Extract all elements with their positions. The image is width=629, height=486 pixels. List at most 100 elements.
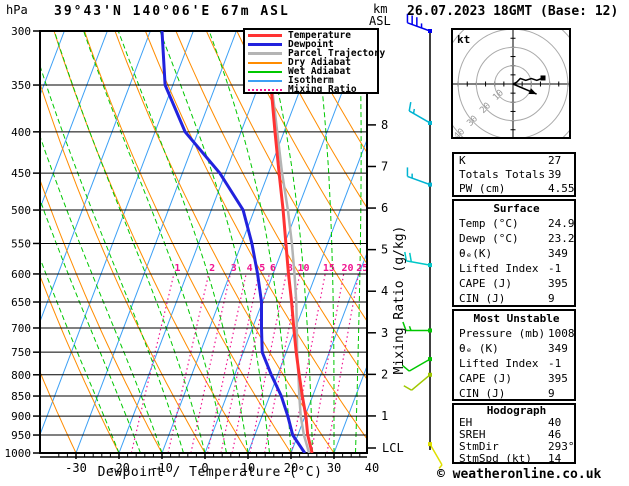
km-tick-label: 5	[381, 243, 388, 257]
pressure-tick-label: 600	[11, 268, 31, 281]
lcl-label: LCL	[382, 441, 404, 455]
stat-row: Lifted Index -1	[454, 356, 574, 371]
altitude-axis-asl-label: ASL	[369, 14, 391, 28]
mixing-ratio-value-label: 4	[247, 263, 253, 274]
stats-panel-surface: Surface Temp (°C) 24.9 Dewp (°C) 23.2 θₑ(K) 34…	[452, 199, 576, 307]
legend-sample-thin	[248, 79, 282, 82]
stat-label: Pressure (mb)	[459, 327, 546, 340]
mixing-ratio-value-label: 1	[174, 263, 180, 274]
mixing-ratio-value-label: 6	[270, 263, 276, 274]
pressure-tick-label: 800	[11, 369, 31, 382]
wind-barb	[403, 372, 432, 391]
legend-box: Temperature Dewpoint Parcel Trajectory Dry …	[243, 28, 385, 95]
wind-barb-station-dot	[428, 29, 432, 33]
mixing-ratio-value-label: 15	[323, 263, 335, 274]
wind-barb-staff	[407, 175, 431, 186]
pressure-tick-label: 700	[11, 322, 31, 335]
legend-item-label: Mixing Ratio	[288, 84, 357, 95]
stats-panel-most-unstable: Most Unstable Pressure (mb) 1008 θₑ (K) 349 L…	[452, 309, 576, 401]
wind-barb	[402, 321, 432, 333]
km-tick-label: 3	[381, 326, 388, 340]
run-datetime: 26.07.2023 18GMT (Base: 12)	[407, 4, 619, 19]
stat-row: Lifted Index -1	[454, 261, 574, 276]
stat-value: 349	[548, 247, 568, 260]
stat-label: Temp (°C)	[459, 217, 519, 230]
wind-barb	[408, 101, 432, 125]
wind-barb-station-dot	[428, 442, 432, 447]
isotherm-line	[118, 31, 280, 453]
legend-sample-thin	[248, 70, 282, 73]
hodograph-unit-label: kt	[457, 33, 470, 46]
wind-barb	[406, 167, 432, 187]
stat-label: CAPE (J)	[459, 277, 512, 290]
stat-label: PW (cm)	[459, 182, 506, 195]
stat-value: 23.2	[548, 232, 575, 245]
wet-adiabat-line	[159, 31, 270, 453]
wind-barb-staff	[411, 374, 431, 391]
stat-value: 9	[548, 292, 555, 305]
wind-barb-staff	[406, 260, 431, 266]
stat-row: Pressure (mb) 1008	[454, 326, 575, 341]
stat-value: 39	[548, 168, 562, 181]
pressure-tick-label: 550	[11, 237, 31, 250]
legend-sample-thick	[248, 34, 282, 37]
stat-row: θₑ(K) 349	[454, 246, 574, 261]
stat-row: CIN (J) 9	[454, 291, 574, 306]
stat-label: Totals Totals	[459, 168, 546, 181]
stat-value: -1	[548, 262, 562, 275]
km-tick-label: 8	[381, 118, 388, 132]
mixing-ratio-value-label: 20	[341, 263, 353, 274]
stat-label: CIN (J)	[459, 292, 506, 305]
stat-value: 4.55	[548, 182, 575, 195]
wind-barb-tick	[403, 385, 412, 391]
pressure-tick-label: 750	[11, 346, 31, 359]
mixing-ratio-value-label: 2	[209, 263, 215, 274]
stat-value: 395	[548, 372, 568, 385]
pressure-tick-label: 950	[11, 429, 31, 442]
mixing-ratio-value-label: 5	[259, 263, 265, 274]
copyright-watermark: © weatheronline.co.uk	[437, 467, 602, 482]
temp-tick-label: -30	[65, 461, 87, 475]
temperature-axis-label: Dewpoint / Temperature (°C)	[97, 465, 323, 480]
legend-sample-dotted	[248, 88, 282, 91]
dry-adiabat-line	[40, 82, 206, 453]
wind-barb-column	[401, 13, 443, 469]
stat-value: 349	[548, 342, 568, 355]
stat-label: CAPE (J)	[459, 372, 512, 385]
wind-barb-half-tick	[412, 108, 416, 114]
stat-label: θₑ(K)	[459, 247, 493, 260]
mixing-ratio-value-label: 10	[297, 263, 309, 274]
dewpoint-curve	[160, 31, 307, 453]
pressure-tick-label: 400	[11, 126, 31, 139]
station-title: 39°43'N 140°06'E 67m ASL	[54, 4, 290, 19]
stat-row: Totals Totals 39	[454, 168, 574, 182]
stat-row: PW (cm) 4.55	[454, 182, 575, 196]
legend-item: Mixing Ratio	[248, 84, 377, 95]
wind-barb-station-dot	[428, 263, 432, 268]
pressure-tick-label: 500	[11, 204, 31, 217]
wind-barb-staff	[407, 22, 431, 32]
mixing-ratio-line	[231, 273, 270, 453]
stat-value: 14	[548, 452, 562, 465]
legend-sample-thick	[248, 52, 282, 55]
wind-barb-station-dot	[428, 182, 432, 187]
hodograph-trace	[512, 77, 544, 85]
hodograph-ring-label: 40	[452, 127, 467, 142]
stat-label: StmSpd (kt)	[459, 452, 532, 465]
stat-value: 9	[548, 387, 555, 400]
pressure-axis-unit-label: hPa	[6, 3, 28, 17]
isotherm-line	[40, 31, 65, 97]
panel-title: Surface	[493, 202, 540, 215]
wind-barb-station-dot	[428, 328, 432, 333]
panel-title: Most Unstable	[473, 312, 560, 325]
stat-row: StmSpd (kt) 14	[454, 453, 574, 465]
legend-sample-thin	[248, 61, 282, 64]
km-tick-label: 6	[381, 201, 388, 215]
mixing-ratio-axis-label: Mixing Ratio (g/kg)	[392, 226, 407, 375]
pressure-tick-label: 1000	[5, 447, 32, 460]
km-tick-label: 1	[381, 409, 388, 423]
mixing-ratio-value-label: 3	[231, 263, 237, 274]
stat-label: Dewp (°C)	[459, 232, 519, 245]
wind-barb-tick	[408, 101, 412, 112]
mixing-ratio-line	[264, 273, 301, 453]
